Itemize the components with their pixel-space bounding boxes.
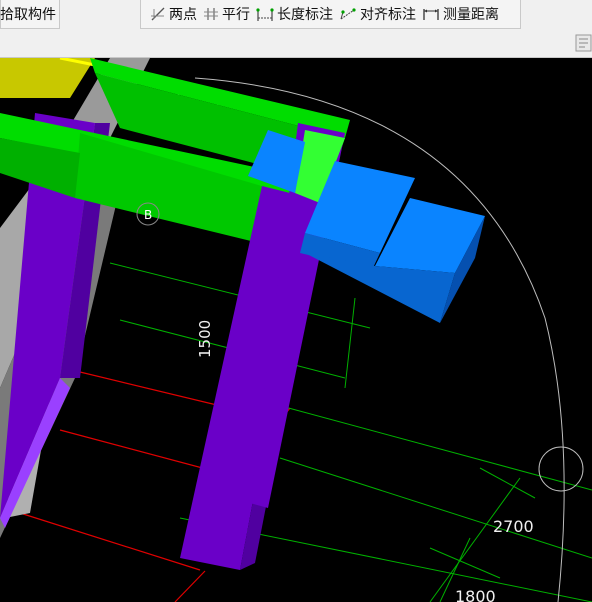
toolbar: 拾取构件 两点 平行 长度标注 对齐标注 测量距离: [0, 0, 592, 58]
parallel-icon: [204, 8, 218, 20]
3d-viewport[interactable]: B 1500 2700 1800: [0, 58, 592, 602]
measure-distance-button[interactable]: 测量距离: [419, 2, 502, 26]
cad-application: 拾取构件 两点 平行 长度标注 对齐标注 测量距离 B 1500 2700 18…: [0, 0, 592, 602]
scene-canvas: B 1500 2700 1800: [0, 58, 592, 602]
toolbar-group-dimension: 两点 平行 长度标注 对齐标注 测量距离: [140, 0, 521, 29]
arc-handle-right[interactable]: [538, 446, 584, 492]
dimension-1800: 1800: [455, 587, 496, 602]
length-dimension-icon: [256, 8, 274, 21]
parallel-button[interactable]: 平行: [200, 2, 253, 26]
pick-component-button[interactable]: 拾取构件: [0, 2, 59, 26]
slab-yellow: [0, 58, 95, 98]
length-dimension-button[interactable]: 长度标注: [253, 2, 336, 26]
two-points-icon: [151, 7, 165, 21]
panel-toggle-icon[interactable]: [575, 34, 592, 52]
toolbar-group-pick: 拾取构件: [0, 0, 60, 29]
measure-distance-icon: [423, 9, 439, 20]
dimension-2700: 2700: [493, 517, 534, 536]
measure-distance-label: 测量距离: [443, 7, 499, 23]
parallel-label: 平行: [222, 7, 250, 23]
axis-label-b: B: [144, 208, 152, 222]
two-points-button[interactable]: 两点: [147, 2, 200, 26]
two-points-label: 两点: [169, 7, 197, 23]
pick-component-label: 拾取构件: [0, 7, 56, 23]
aligned-dimension-label: 对齐标注: [360, 7, 416, 23]
aligned-dimension-icon: [340, 8, 356, 20]
length-dimension-label: 长度标注: [277, 7, 333, 23]
dimension-1500: 1500: [196, 320, 214, 358]
aligned-dimension-button[interactable]: 对齐标注: [336, 2, 419, 26]
